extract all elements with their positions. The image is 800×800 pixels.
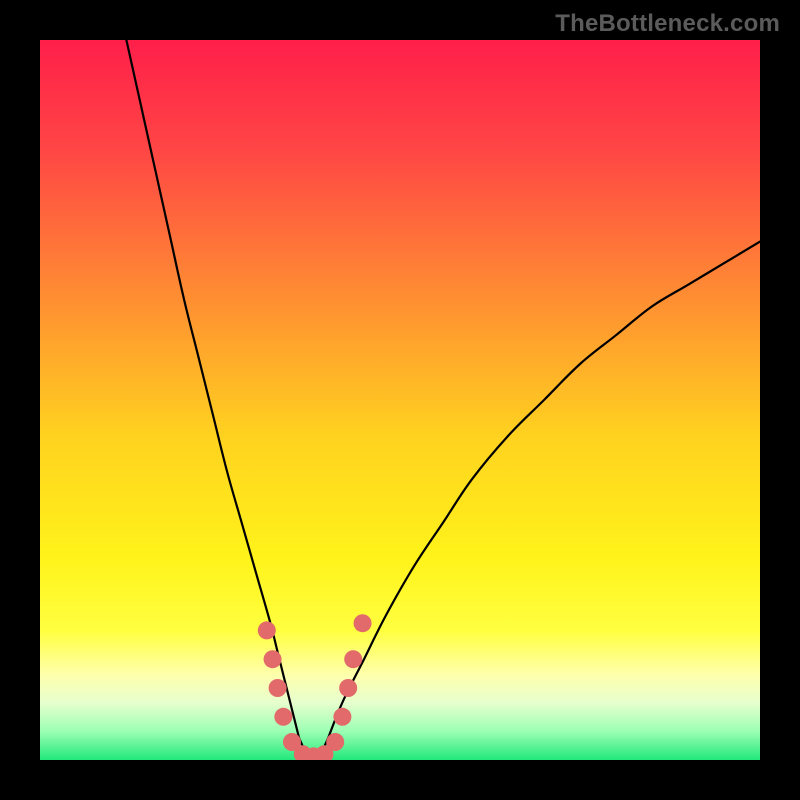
plot-area bbox=[40, 40, 760, 760]
watermark-text: TheBottleneck.com bbox=[555, 10, 780, 38]
background-gradient bbox=[40, 40, 760, 760]
chart-frame: TheBottleneck.com bbox=[0, 0, 800, 800]
